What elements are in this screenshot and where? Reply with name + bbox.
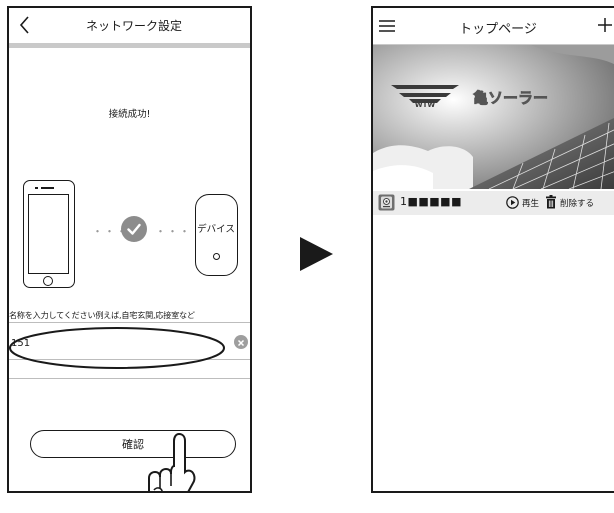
delete-button[interactable]: 削除する [560,197,594,209]
page-title: ネットワーク設定 [85,19,182,33]
connection-dots-right: ・・・ [155,225,191,238]
check-circle-icon [121,216,147,242]
play-arrow-icon [300,237,333,271]
header-bar: ネットワーク設定 [9,8,250,43]
solar-banner-image: WTW 亀ソーラー [373,45,614,189]
device-list-item[interactable]: 1■■■■■ 再生 削除する [373,191,614,215]
network-settings-screen: ネットワーク設定 接続成功! ・・・ ・・・ デバイス 名称を入力してください例… [7,6,252,493]
header-divider [9,43,250,48]
phone-screen [28,194,69,274]
hamburger-menu-icon[interactable] [377,16,397,36]
phone-home-button [43,276,53,286]
clear-circle-icon[interactable] [234,335,248,349]
highlight-ellipse [9,327,225,369]
chevron-left-icon [19,16,29,34]
back-button[interactable] [13,11,39,39]
device-label: デバイス [197,224,235,235]
name-hint: 名称を入力してください例えば,自宅玄関,応接室など [9,310,195,320]
phone-speaker [35,186,55,190]
success-message: 接続成功! [108,109,151,120]
page-title: トップページ [459,22,537,37]
banner-logo-text: WTW [415,101,435,109]
trash-icon[interactable] [545,195,557,209]
smartphone-icon [23,180,75,288]
device-name: 1■■■■■ [400,195,462,208]
divider [9,378,250,379]
pointing-hand-icon [148,432,196,491]
top-page-screen: トップページ WTW 亀ソーラー 1■■■■■ 再生 削除する [371,6,614,493]
play-circle-icon[interactable] [506,196,519,209]
camera-icon [378,194,395,211]
play-button[interactable]: 再生 [522,197,539,209]
banner-title: 亀ソーラー [473,89,548,107]
confirm-button[interactable]: 確認 [30,430,236,458]
plus-icon[interactable] [594,12,614,38]
divider [9,322,250,323]
device-indicator [213,253,220,260]
device-icon: デバイス [195,194,238,276]
